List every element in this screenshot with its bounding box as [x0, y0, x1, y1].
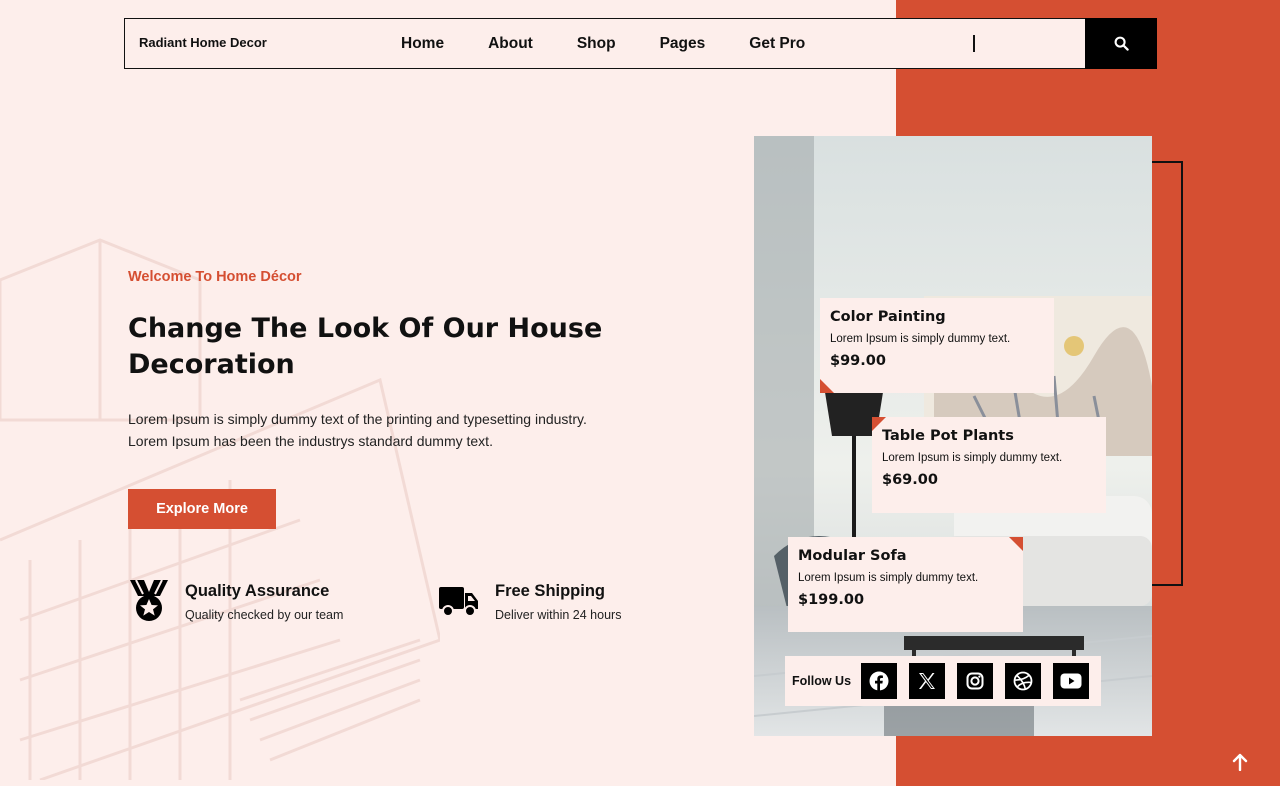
search-button[interactable]: [1085, 18, 1157, 69]
product-card[interactable]: Color Painting Lorem Ipsum is simply dum…: [820, 298, 1054, 393]
product-name: Modular Sofa: [798, 548, 907, 564]
medal-icon: [130, 580, 168, 621]
product-price: $69.00: [882, 472, 938, 488]
feature-shipping: Free Shipping Deliver within 24 hours: [438, 580, 621, 622]
corner-tag: [820, 379, 834, 393]
instagram-button[interactable]: [957, 663, 994, 699]
feature-subtitle: Quality checked by our team: [185, 608, 344, 622]
truck-icon: [439, 587, 478, 617]
product-card[interactable]: Table Pot Plants Lorem Ipsum is simply d…: [872, 417, 1106, 513]
site-header: Radiant Home Decor Home About Shop Pages…: [124, 18, 1157, 69]
nav-home[interactable]: Home: [401, 35, 444, 53]
product-name: Color Painting: [830, 309, 946, 325]
explore-more-button[interactable]: Explore More: [128, 489, 276, 529]
search-icon: [1114, 36, 1129, 51]
product-price: $99.00: [830, 353, 886, 369]
product-card[interactable]: Modular Sofa Lorem Ipsum is simply dummy…: [788, 537, 1023, 632]
hero-description: Lorem Ipsum is simply dummy text of the …: [128, 411, 587, 449]
product-description: Lorem Ipsum is simply dummy text.: [830, 333, 1011, 345]
follow-us-bar: Follow Us: [785, 656, 1101, 706]
nav-about[interactable]: About: [488, 35, 533, 53]
main-nav: Home About Shop Pages Get Pro: [401, 19, 849, 68]
product-description: Lorem Ipsum is simply dummy text.: [798, 572, 979, 584]
nav-pages[interactable]: Pages: [660, 35, 706, 53]
product-description: Lorem Ipsum is simply dummy text.: [882, 452, 1063, 464]
nav-get-pro[interactable]: Get Pro: [749, 35, 805, 53]
youtube-button[interactable]: [1053, 663, 1090, 699]
instagram-icon: [966, 672, 984, 690]
corner-tag: [1009, 537, 1023, 551]
arrow-up-icon: [1232, 753, 1248, 771]
site-logo[interactable]: Radiant Home Decor: [139, 35, 267, 50]
text-caret: [973, 35, 975, 52]
facebook-icon: [869, 671, 889, 691]
product-name: Table Pot Plants: [882, 428, 1014, 444]
search-input[interactable]: [971, 19, 1085, 68]
bottom-strip: [0, 786, 1280, 800]
follow-us-label: Follow Us: [792, 674, 852, 688]
nav-shop[interactable]: Shop: [577, 35, 616, 53]
dribbble-button[interactable]: [1005, 663, 1042, 699]
feature-quality: Quality Assurance Quality checked by our…: [128, 580, 343, 622]
facebook-button[interactable]: [861, 663, 898, 699]
hero-headline: Change The Look Of Our House Decoration: [128, 313, 603, 380]
back-to-top-button[interactable]: [1226, 748, 1254, 776]
feature-title: Quality Assurance: [185, 582, 330, 600]
dribbble-icon: [1013, 671, 1033, 691]
youtube-icon: [1060, 673, 1082, 689]
feature-title: Free Shipping: [495, 582, 606, 600]
x-icon: [919, 673, 936, 689]
welcome-tagline: Welcome To Home Décor: [128, 269, 302, 285]
corner-tag: [872, 417, 886, 431]
x-button[interactable]: [909, 663, 946, 699]
feature-subtitle: Deliver within 24 hours: [495, 608, 622, 622]
product-price: $199.00: [798, 592, 865, 608]
